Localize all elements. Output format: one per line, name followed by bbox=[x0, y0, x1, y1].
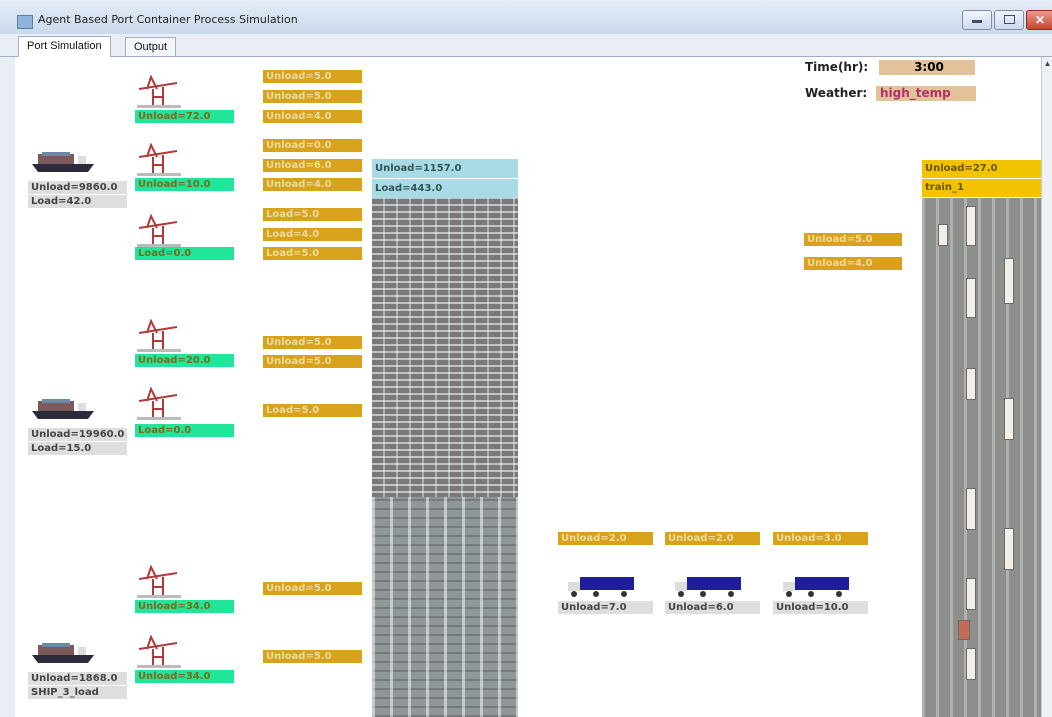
crane-task-label: Load=5.0 bbox=[263, 247, 362, 260]
truck-task-label: Unload=2.0 bbox=[558, 532, 653, 545]
crane-task-label: Load=5.0 bbox=[263, 404, 362, 417]
truck-icon bbox=[783, 577, 849, 597]
ship-icon bbox=[32, 643, 94, 663]
ship-1-unload-label: Unload=9860.0 bbox=[28, 181, 127, 194]
crane-4-label: Unload=20.0 bbox=[135, 354, 234, 367]
crane-task-label: Unload=5.0 bbox=[263, 336, 362, 349]
rail-car bbox=[966, 578, 976, 610]
rail-car bbox=[966, 648, 976, 680]
rail-car bbox=[958, 620, 970, 640]
crane-icon bbox=[137, 387, 181, 420]
crane-icon bbox=[137, 565, 181, 598]
maximize-button[interactable] bbox=[994, 10, 1024, 30]
time-label: Time(hr): bbox=[805, 60, 869, 74]
rail-car bbox=[966, 488, 976, 530]
truck-2-label: Unload=6.0 bbox=[665, 601, 760, 614]
tab-port-simulation[interactable]: Port Simulation bbox=[18, 36, 111, 57]
weather-value: high_temp bbox=[876, 86, 976, 101]
yard-load-label: Load=443.0 bbox=[372, 179, 518, 198]
rail-unload-label: Unload=27.0 bbox=[922, 160, 1041, 178]
rail-car bbox=[1004, 258, 1014, 304]
rail-task-label: Unload=4.0 bbox=[804, 257, 902, 270]
crane-task-label: Unload=0.0 bbox=[263, 139, 362, 152]
crane-task-label: Unload=5.0 bbox=[263, 90, 362, 103]
minimize-icon bbox=[972, 20, 982, 23]
crane-5-label: Load=0.0 bbox=[135, 424, 234, 437]
crane-1-label: Unload=72.0 bbox=[135, 110, 234, 123]
rail-task-label: Unload=5.0 bbox=[804, 233, 902, 246]
ship-3-unload-label: Unload=1868.0 bbox=[28, 672, 127, 685]
crane-task-label: Unload=5.0 bbox=[263, 582, 362, 595]
crane-icon bbox=[137, 319, 181, 352]
crane-6-label: Unload=34.0 bbox=[135, 600, 234, 613]
time-value: 3:00 bbox=[879, 60, 975, 75]
truck-1-label: Unload=7.0 bbox=[558, 601, 653, 614]
truck-icon bbox=[675, 577, 741, 597]
rail-terminal-image bbox=[922, 198, 1041, 717]
crane-task-label: Unload=5.0 bbox=[263, 70, 362, 83]
app-icon bbox=[17, 15, 33, 29]
simulation-canvas: Time(hr): 3:00 Weather: high_temp Unload… bbox=[15, 57, 1041, 717]
ship-2-unload-label: Unload=19960.0 bbox=[28, 428, 127, 441]
truck-icon bbox=[568, 577, 634, 597]
crane-task-label: Unload=6.0 bbox=[263, 159, 362, 172]
crane-task-label: Load=5.0 bbox=[263, 208, 362, 221]
yard-unload-label: Unload=1157.0 bbox=[372, 159, 518, 178]
ship-2-load-label: Load=15.0 bbox=[28, 442, 127, 455]
maximize-icon bbox=[1003, 15, 1015, 24]
minimize-button[interactable] bbox=[962, 10, 992, 30]
close-button[interactable]: ✕ bbox=[1026, 10, 1052, 30]
ship-1-load-label: Load=42.0 bbox=[28, 195, 127, 208]
window-titlebar: Agent Based Port Container Process Simul… bbox=[0, 0, 1052, 35]
crane-7-label: Unload=34.0 bbox=[135, 670, 234, 683]
close-icon: ✕ bbox=[1034, 13, 1046, 27]
vertical-scrollbar[interactable]: ▲ bbox=[1041, 57, 1052, 717]
crane-icon bbox=[137, 75, 181, 108]
rail-car bbox=[1004, 528, 1014, 570]
rail-car bbox=[966, 368, 976, 400]
crane-2-label: Unload=10.0 bbox=[135, 178, 234, 191]
crane-task-label: Unload=4.0 bbox=[263, 110, 362, 123]
crane-task-label: Load=4.0 bbox=[263, 228, 362, 241]
crane-task-label: Unload=4.0 bbox=[263, 178, 362, 191]
crane-task-label: Unload=5.0 bbox=[263, 355, 362, 368]
tab-output[interactable]: Output bbox=[125, 37, 177, 56]
truck-task-label: Unload=2.0 bbox=[665, 532, 760, 545]
ship-icon bbox=[32, 399, 94, 419]
truck-task-label: Unload=3.0 bbox=[773, 532, 868, 545]
rail-car bbox=[938, 224, 948, 246]
crane-icon bbox=[137, 635, 181, 668]
rail-car bbox=[966, 206, 976, 246]
ship-icon bbox=[32, 152, 94, 172]
rail-car bbox=[1004, 398, 1014, 440]
container-yard-lower-image bbox=[372, 497, 518, 717]
truck-3-label: Unload=10.0 bbox=[773, 601, 868, 614]
ship-3-load-label: SHIP_3_load bbox=[28, 686, 127, 699]
crane-icon bbox=[137, 214, 181, 247]
scroll-up-icon[interactable]: ▲ bbox=[1042, 57, 1052, 71]
rail-car bbox=[966, 278, 976, 318]
window-title: Agent Based Port Container Process Simul… bbox=[38, 13, 298, 26]
train-label: train_1 bbox=[922, 179, 1041, 197]
crane-icon bbox=[137, 143, 181, 176]
tab-bar: Port Simulation Output bbox=[0, 34, 1052, 57]
weather-label: Weather: bbox=[805, 86, 868, 100]
crane-task-label: Unload=5.0 bbox=[263, 650, 362, 663]
crane-3-label: Load=0.0 bbox=[135, 247, 234, 260]
